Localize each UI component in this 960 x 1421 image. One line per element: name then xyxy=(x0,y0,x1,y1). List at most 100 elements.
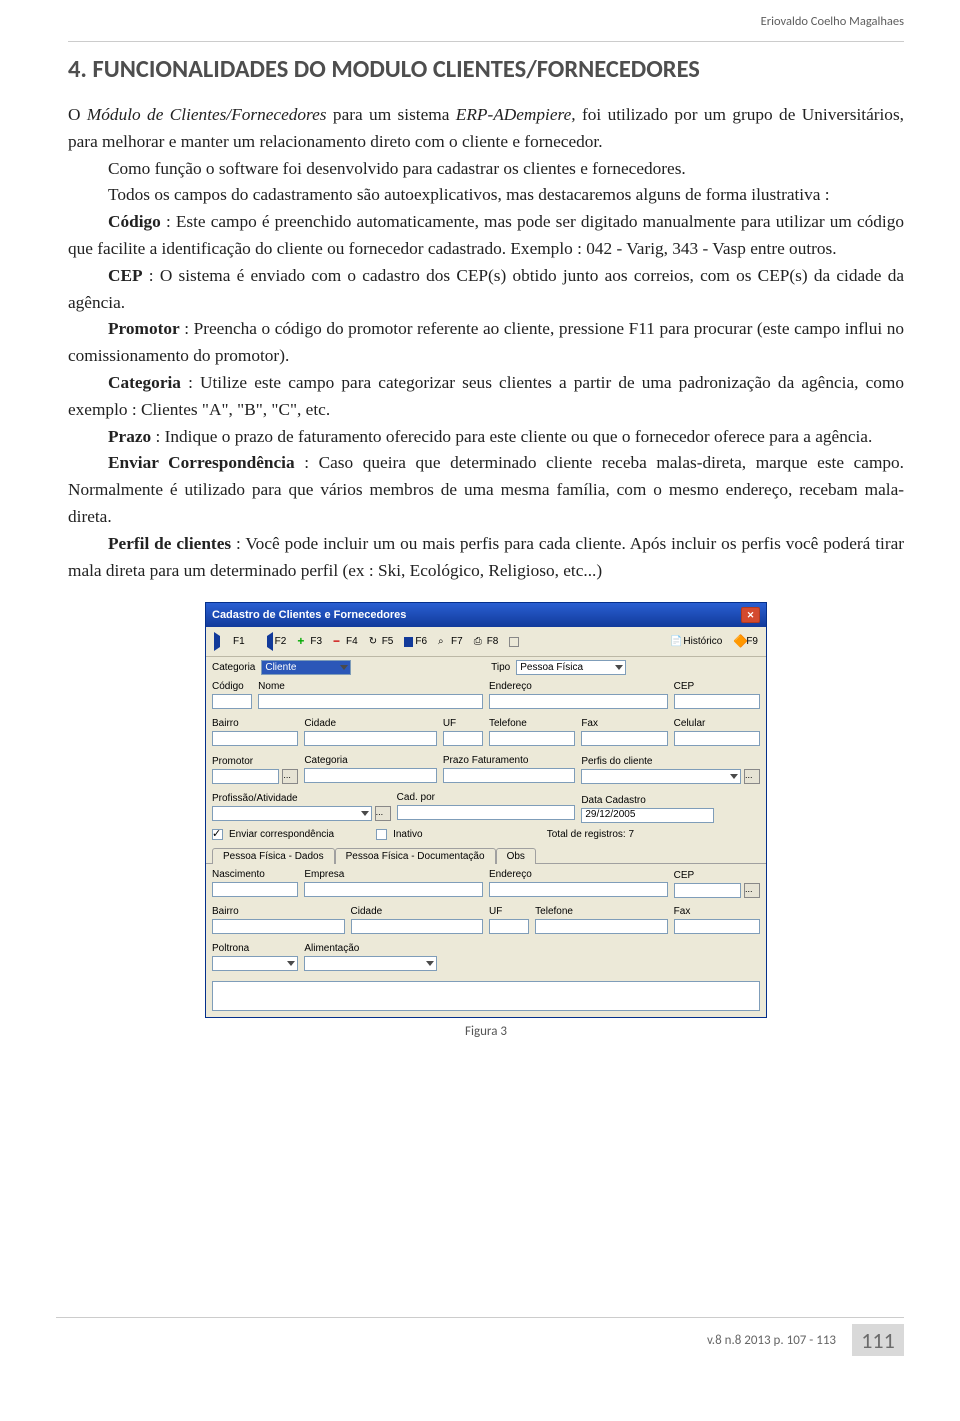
tab-dados[interactable]: Pessoa Física - Dados xyxy=(212,848,335,864)
fld-uf[interactable] xyxy=(443,731,483,746)
lbl-categoria2: Categoria xyxy=(304,755,437,766)
tb-f4[interactable]: −F4 xyxy=(331,635,360,648)
paragraph-2: Como função o software foi desenvolvido … xyxy=(68,156,904,183)
btn-perfis-lookup[interactable]: ... xyxy=(744,769,760,784)
form-window: Cadastro de Clientes e Fornecedores ✕ F1… xyxy=(205,602,767,1018)
tb-f6[interactable]: F6 xyxy=(402,635,429,648)
fld-nome[interactable] xyxy=(258,694,483,709)
tabs: Pessoa Física - Dados Pessoa Física - Do… xyxy=(206,845,766,864)
tb-f5[interactable]: ↻F5 xyxy=(367,635,396,648)
fld-telefone[interactable] xyxy=(489,731,575,746)
fld-nasc[interactable] xyxy=(212,882,298,897)
p6-text: : Preencha o código do promotor referent… xyxy=(68,319,904,365)
figure-caption: Figura 3 xyxy=(68,1024,904,1039)
fld-prazo[interactable] xyxy=(443,768,576,783)
p5-text: : O sistema é enviado com o cadastro dos… xyxy=(68,266,904,312)
btn-cep2-lookup[interactable]: ... xyxy=(744,883,760,898)
fld-bairro[interactable] xyxy=(212,731,298,746)
fld-tel2[interactable] xyxy=(535,919,668,934)
lbl-datacad: Data Cadastro xyxy=(581,795,714,806)
lbl-endereco: Endereço xyxy=(489,681,668,692)
btn-promotor-lookup[interactable]: ... xyxy=(282,769,298,784)
lbl-fax2: Fax xyxy=(674,906,760,917)
lbl-cidade2: Cidade xyxy=(351,906,484,917)
fld-datacad[interactable]: 29/12/2005 xyxy=(581,808,714,823)
fld-profissao[interactable] xyxy=(212,806,372,821)
lbl-nome: Nome xyxy=(258,681,483,692)
lbl-celular: Celular xyxy=(674,718,760,729)
fld-fax[interactable] xyxy=(581,731,667,746)
btn-profissao-lookup[interactable]: ... xyxy=(375,806,391,821)
lbl-promotor: Promotor xyxy=(212,756,298,767)
save-icon xyxy=(404,637,413,647)
lbl-telefone: Telefone xyxy=(489,718,575,729)
fld-cidade[interactable] xyxy=(304,731,437,746)
p10-label: Perfil de clientes xyxy=(108,534,231,553)
sel-categoria[interactable]: Cliente xyxy=(261,660,351,675)
lbl-codigo: Código xyxy=(212,681,252,692)
fld-perfis[interactable] xyxy=(581,769,741,784)
tb-f7[interactable]: ⌕F7 xyxy=(436,635,465,648)
p7-label: Categoria xyxy=(108,373,181,392)
print-icon: ⎙ xyxy=(474,636,485,647)
p5-label: CEP xyxy=(108,266,143,285)
fld-categoria2[interactable] xyxy=(304,768,437,783)
p1-part-c: para um sistema xyxy=(327,105,456,124)
p9-label: Enviar Correspondência xyxy=(108,453,295,472)
tb-f3[interactable]: +F3 xyxy=(295,635,324,648)
page-number: 111 xyxy=(852,1324,904,1356)
tab-obs[interactable]: Obs xyxy=(496,848,536,864)
history-icon: 📄 xyxy=(670,636,681,647)
fld-fax2[interactable] xyxy=(674,919,760,934)
lbl-nasc: Nascimento xyxy=(212,869,298,880)
lbl-aliment: Alimentação xyxy=(304,943,437,954)
fld-poltrona[interactable] xyxy=(212,956,298,971)
tb-f8[interactable]: ⎙F8 xyxy=(472,635,501,648)
tab-doc[interactable]: Pessoa Física - Documentação xyxy=(335,848,496,864)
binocular-icon: ⌕ xyxy=(438,636,449,647)
fld-endereco[interactable] xyxy=(489,694,668,709)
p1-italic-2: ERP-ADempiere, xyxy=(456,105,576,124)
fld-cidade2[interactable] xyxy=(351,919,484,934)
section-title: 4. FUNCIONALIDADES DO MODULO CLIENTES/FO… xyxy=(68,54,904,84)
fld-aliment[interactable] xyxy=(304,956,437,971)
tb-blank[interactable] xyxy=(507,636,521,648)
close-icon[interactable]: ✕ xyxy=(741,607,760,623)
lbl-enviar: Enviar correspondência xyxy=(229,829,334,840)
lbl-bairro: Bairro xyxy=(212,718,298,729)
fld-bairro2[interactable] xyxy=(212,919,345,934)
lbl-categoria: Categoria xyxy=(212,662,255,673)
tb-f2[interactable]: F2 xyxy=(254,631,289,652)
header-author: Eriovaldo Coelho Magalhaes xyxy=(68,12,904,42)
titlebar[interactable]: Cadastro de Clientes e Fornecedores ✕ xyxy=(206,603,766,627)
fld-promotor[interactable] xyxy=(212,769,279,784)
fld-codigo[interactable] xyxy=(212,694,252,709)
lbl-perfis: Perfis do cliente xyxy=(581,756,760,767)
p1-italic-1: Módulo de Clientes/Fornecedores xyxy=(87,105,327,124)
lbl-bairro2: Bairro xyxy=(212,906,345,917)
fld-uf2[interactable] xyxy=(489,919,529,934)
p6-label: Promotor xyxy=(108,319,180,338)
lbl-uf2: UF xyxy=(489,906,529,917)
lbl-prazo: Prazo Faturamento xyxy=(443,755,576,766)
prev-icon xyxy=(214,632,231,651)
sel-tipo[interactable]: Pessoa Física xyxy=(516,660,626,675)
fld-cep[interactable] xyxy=(674,694,760,709)
total-reg: Total de registros: 7 xyxy=(547,829,634,840)
chk-enviar[interactable] xyxy=(212,829,223,840)
refresh-icon: ↻ xyxy=(369,636,380,647)
fld-end2[interactable] xyxy=(489,882,668,897)
grid-area xyxy=(212,981,760,1011)
fld-cadpor[interactable] xyxy=(397,805,576,820)
fld-cep2[interactable] xyxy=(674,883,741,898)
fld-emp[interactable] xyxy=(304,882,483,897)
tb-f9[interactable]: 🔶F9 xyxy=(731,635,760,648)
lbl-emp: Empresa xyxy=(304,869,483,880)
lbl-inativo: Inativo xyxy=(393,829,422,840)
p4-text: : Este campo é preenchido automaticament… xyxy=(68,212,904,258)
fld-celular[interactable] xyxy=(674,731,760,746)
tb-hist[interactable]: 📄Histórico xyxy=(668,635,724,648)
tb-f1[interactable]: F1 xyxy=(212,631,247,652)
lbl-profissao: Profissão/Atividade xyxy=(212,793,391,804)
chk-inativo[interactable] xyxy=(376,829,387,840)
